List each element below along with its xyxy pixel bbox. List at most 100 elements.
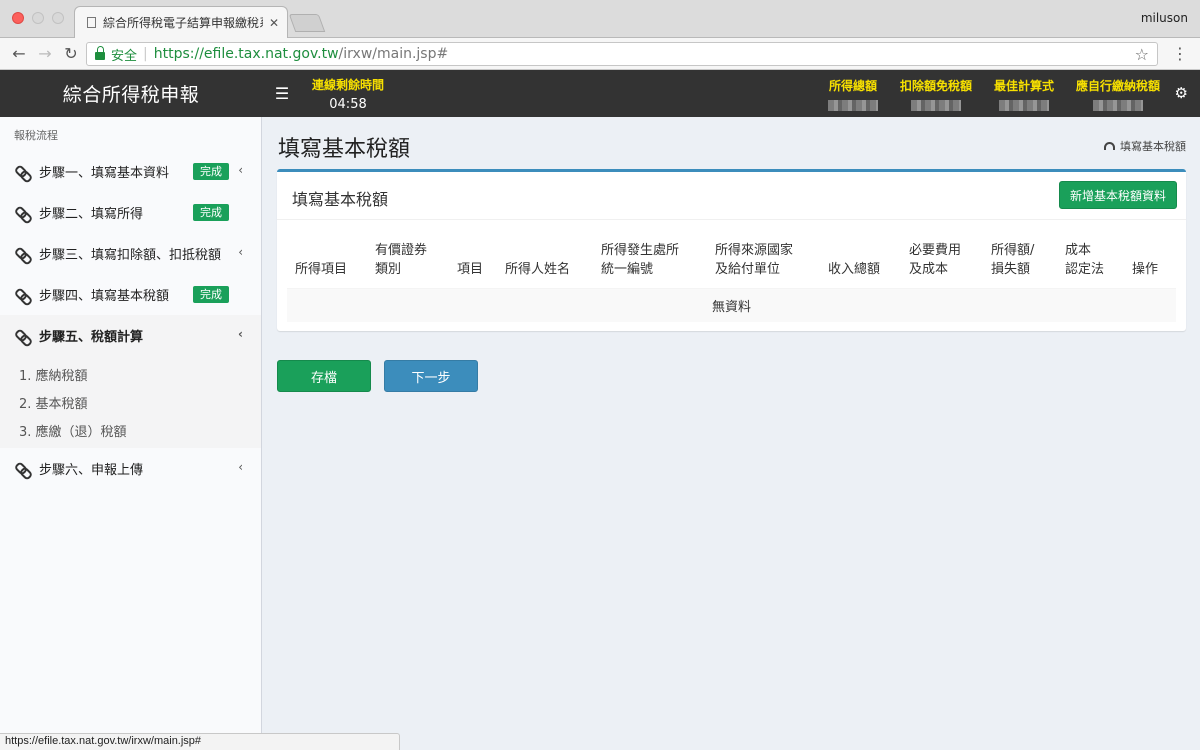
secure-label: 安全 xyxy=(111,48,138,64)
reload-icon[interactable]: ↻ xyxy=(60,44,82,63)
basic-tax-table: 所得項目 有價證券 類別 項目 所得人姓名 所得發生處所 統一編號 所得來源國家 及給… xyxy=(287,232,1176,322)
submenu-item-tax-due-refund[interactable]: 3. 應繳（退）稅額 xyxy=(0,416,261,444)
sidebar-item-step1[interactable]: 步驟一、填寫基本資料 完成 ‹ xyxy=(0,151,261,192)
app-header: 綜合所得稅申報 ☰ 連線剩餘時間 04:58 所得總額 扣除額免稅額 最佳計算式… xyxy=(0,70,1200,117)
sidebar-item-step5[interactable]: 步驟五、稅額計算 ‹ xyxy=(0,315,261,356)
chevron-left-icon: ‹ xyxy=(238,327,243,341)
column-header: 所得項目 xyxy=(295,262,348,277)
save-button[interactable]: 存檔 xyxy=(277,360,371,392)
column-header: 所得額/損失額 xyxy=(991,243,1035,277)
bookmark-star-icon[interactable]: ☆ xyxy=(1135,45,1149,64)
step5-submenu: 1. 應納稅額 2. 基本稅額 3. 應繳（退）稅額 xyxy=(0,356,261,448)
hamburger-menu-icon[interactable]: ☰ xyxy=(262,70,302,117)
browser-menu-icon[interactable]: ⋮ xyxy=(1172,44,1188,63)
summary-item: 應自行繳納稅額 xyxy=(1076,70,1160,117)
basic-tax-panel: 填寫基本稅額 新增基本稅額資料 所得項目 有價證券 類別 項目 所得人姓名 所得發… xyxy=(277,169,1186,331)
session-timer: 連線剩餘時間 04:58 xyxy=(312,70,384,117)
next-step-button[interactable]: 下一步 xyxy=(384,360,478,392)
panel-header: 填寫基本稅額 新增基本稅額資料 xyxy=(277,172,1186,220)
maximize-window-button[interactable] xyxy=(52,12,64,24)
summary-label: 扣除額免稅額 xyxy=(899,78,972,93)
back-icon[interactable]: ← xyxy=(8,44,30,63)
summary-label: 所得總額 xyxy=(828,78,877,93)
sidebar-item-step4[interactable]: 步驟四、填寫基本稅額 完成 xyxy=(0,274,261,315)
redacted-value xyxy=(998,99,1049,111)
summary-item: 最佳計算式 xyxy=(994,70,1054,117)
browser-tab[interactable]: 綜合所得稅電子結算申報繳稅系統 ✕ xyxy=(74,6,288,38)
gear-icon[interactable]: ⚙ xyxy=(1175,84,1188,102)
timer-label: 連線剩餘時間 xyxy=(312,77,385,92)
summary-label: 最佳計算式 xyxy=(993,78,1054,93)
summary-item: 扣除額免稅額 xyxy=(900,70,972,117)
page-title: 填寫基本稅額 xyxy=(278,137,411,162)
window-controls xyxy=(12,12,64,24)
sidebar-item-label: 步驟二、填寫所得 xyxy=(39,207,144,222)
column-header: 必要費用 及成本 xyxy=(909,243,962,277)
link-icon xyxy=(16,165,30,179)
address-bar[interactable]: 安全 | https://efile.tax.nat.gov.tw/irxw/m… xyxy=(86,42,1158,66)
column-header: 收入總額 xyxy=(828,262,881,277)
column-header: 項目 xyxy=(457,262,484,277)
page-icon xyxy=(87,17,96,28)
redacted-value xyxy=(1092,99,1143,111)
empty-table-message: 無資料 xyxy=(287,289,1176,322)
sidebar-item-label: 步驟四、填寫基本稅額 xyxy=(39,289,170,304)
address-separator: | xyxy=(143,46,148,62)
link-icon xyxy=(16,206,30,220)
sidebar-item-label: 步驟一、填寫基本資料 xyxy=(39,166,170,181)
breadcrumb: 填寫基本稅額 xyxy=(1104,138,1186,154)
summary-label: 應自行繳納稅額 xyxy=(1075,78,1160,93)
add-basic-tax-button[interactable]: 新增基本稅額資料 xyxy=(1058,181,1177,209)
timer-value: 04:58 xyxy=(329,96,367,112)
lock-icon xyxy=(95,46,105,60)
main-content: 填寫基本稅額 填寫基本稅額 填寫基本稅額 新增基本稅額資料 所得項目 有價證券類… xyxy=(263,117,1200,750)
browser-tabbar: 綜合所得稅電子結算申報繳稅系統 ✕ miluson xyxy=(0,0,1200,38)
submenu-item-basic-tax[interactable]: 2. 基本稅額 xyxy=(0,388,261,416)
sidebar-item-label: 步驟六、申報上傳 xyxy=(39,463,144,478)
status-badge: 完成 xyxy=(193,163,229,180)
link-icon xyxy=(16,247,30,261)
tab-title: 綜合所得稅電子結算申報繳稅系統 xyxy=(103,16,263,30)
chevron-left-icon: ‹ xyxy=(238,245,243,259)
link-icon xyxy=(16,462,30,476)
column-header: 所得發生處所 統一編號 xyxy=(601,243,680,277)
url-path: /irxw/main.jsp# xyxy=(338,46,449,62)
redacted-value xyxy=(827,99,878,111)
submenu-item-tax-payable[interactable]: 1. 應納稅額 xyxy=(0,360,261,388)
status-badge: 完成 xyxy=(193,286,229,303)
summary-item: 所得總額 xyxy=(827,70,878,117)
table-header: 所得項目 有價證券 類別 項目 所得人姓名 所得發生處所 統一編號 所得來源國家 及給… xyxy=(287,232,1176,289)
forward-icon[interactable]: → xyxy=(34,44,56,63)
sidebar: 報稅流程 步驟一、填寫基本資料 完成 ‹ 步驟二、填寫所得 完成 步驟三、填寫扣… xyxy=(0,117,262,750)
status-badge: 完成 xyxy=(193,204,229,221)
sidebar-header: 報稅流程 xyxy=(14,129,58,142)
dashboard-icon xyxy=(1104,142,1115,150)
sidebar-item-label: 步驟五、稅額計算 xyxy=(39,330,144,345)
panel-title: 填寫基本稅額 xyxy=(292,190,389,209)
chevron-left-icon: ‹ xyxy=(238,163,243,177)
new-tab-button[interactable] xyxy=(288,14,326,32)
sidebar-item-step2[interactable]: 步驟二、填寫所得 完成 xyxy=(0,192,261,233)
browser-status-bar: https://efile.tax.nat.gov.tw/irxw/main.j… xyxy=(0,733,400,750)
column-header: 成本 認定法 xyxy=(1065,243,1105,277)
tax-summary: 所得總額 扣除額免稅額 最佳計算式 應自行繳納稅額 xyxy=(827,70,1160,117)
breadcrumb-current: 填寫基本稅額 xyxy=(1120,140,1186,153)
column-header: 操作 xyxy=(1132,262,1159,277)
link-icon xyxy=(16,329,30,343)
sidebar-item-label: 步驟三、填寫扣除額、扣抵稅額 xyxy=(39,248,222,263)
url-host: https://efile.tax.nat.gov.tw xyxy=(153,46,339,62)
column-header: 所得來源國家 及給付單位 xyxy=(715,243,794,277)
close-window-button[interactable] xyxy=(12,12,24,24)
minimize-window-button[interactable] xyxy=(32,12,44,24)
column-header: 所得人姓名 xyxy=(505,262,571,277)
tab-close-icon[interactable]: ✕ xyxy=(269,16,279,30)
app-logo[interactable]: 綜合所得稅申報 xyxy=(0,70,262,117)
sidebar-item-step6[interactable]: 步驟六、申報上傳 ‹ xyxy=(0,448,261,489)
chevron-left-icon: ‹ xyxy=(238,460,243,474)
column-header: 有價證券 類別 xyxy=(375,243,428,277)
sidebar-item-step3[interactable]: 步驟三、填寫扣除額、扣抵稅額 ‹ xyxy=(0,233,261,274)
browser-toolbar: ← → ↻ 安全 | https://efile.tax.nat.gov.tw /… xyxy=(0,38,1200,70)
redacted-value xyxy=(910,99,961,111)
profile-name[interactable]: miluson xyxy=(1141,11,1188,25)
link-icon xyxy=(16,288,30,302)
